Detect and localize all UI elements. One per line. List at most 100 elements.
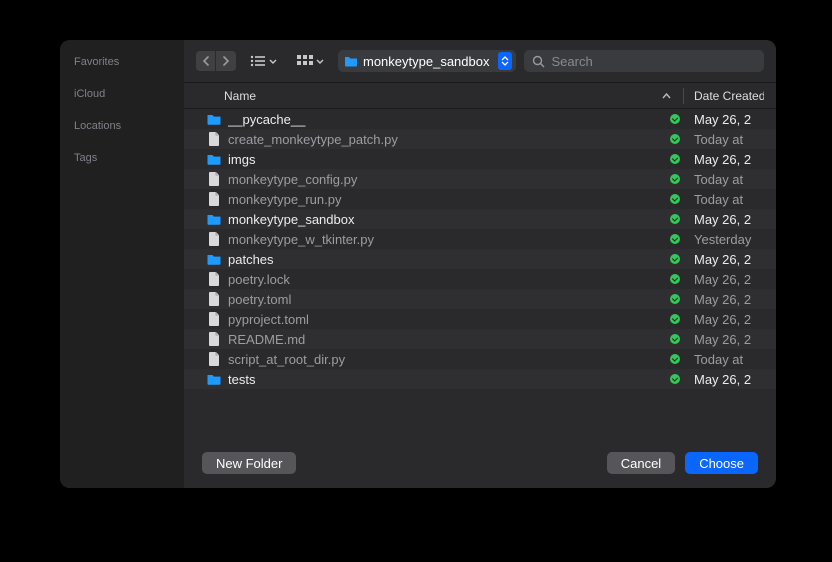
search-input[interactable] xyxy=(551,54,756,69)
file-name: tests xyxy=(228,372,670,387)
file-row[interactable]: tests May 26, 2 xyxy=(184,369,776,389)
file-name: imgs xyxy=(228,152,670,167)
folder-icon xyxy=(206,251,222,267)
folder-icon xyxy=(206,151,222,167)
folder-icon xyxy=(344,54,358,68)
chevron-down-icon xyxy=(316,59,324,64)
sync-status-icon xyxy=(670,174,680,184)
file-icon xyxy=(206,331,222,347)
file-date: May 26, 2 xyxy=(694,332,764,347)
file-row[interactable]: create_monkeytype_patch.py Today at xyxy=(184,129,776,149)
sync-status-icon xyxy=(670,254,680,264)
file-date: Today at xyxy=(694,132,764,147)
view-list-button[interactable] xyxy=(244,50,283,72)
column-header-date[interactable]: Date Created xyxy=(694,89,764,103)
footer: New Folder Cancel Choose xyxy=(184,438,776,488)
sync-status-icon xyxy=(670,214,680,224)
path-popup-button[interactable]: monkeytype_sandbox xyxy=(338,50,516,72)
sync-status-icon xyxy=(670,154,680,164)
file-row[interactable]: monkeytype_w_tkinter.py Yesterday xyxy=(184,229,776,249)
sync-status-icon xyxy=(670,194,680,204)
file-row[interactable]: poetry.tomlMay 26, 2 xyxy=(184,289,776,309)
sidebar-heading-tags[interactable]: Tags xyxy=(74,152,170,164)
nav-forward-button[interactable] xyxy=(216,51,236,71)
grouping-segment xyxy=(291,50,330,72)
file-name: __pycache__ xyxy=(228,112,670,127)
file-row[interactable]: imgs May 26, 2 xyxy=(184,149,776,169)
sidebar-heading-favorites[interactable]: Favorites xyxy=(74,56,170,68)
path-stepper[interactable] xyxy=(498,52,512,70)
sync-status-icon xyxy=(670,314,680,324)
sync-status-icon xyxy=(670,274,680,284)
column-header-row: Name Date Created xyxy=(184,83,776,109)
folder-icon xyxy=(206,371,222,387)
cancel-button[interactable]: Cancel xyxy=(607,452,675,474)
sync-status-icon xyxy=(670,134,680,144)
chevron-down-icon xyxy=(269,59,277,64)
sync-status-icon xyxy=(670,234,680,244)
file-icon xyxy=(206,271,222,287)
sidebar-heading-locations[interactable]: Locations xyxy=(74,120,170,132)
sidebar: Favorites iCloud Locations Tags xyxy=(60,40,184,488)
new-folder-button[interactable]: New Folder xyxy=(202,452,296,474)
file-name: monkeytype_config.py xyxy=(228,172,670,187)
column-divider[interactable] xyxy=(683,88,684,104)
file-date: May 26, 2 xyxy=(694,212,764,227)
file-name: monkeytype_run.py xyxy=(228,192,670,207)
file-row[interactable]: poetry.lockMay 26, 2 xyxy=(184,269,776,289)
file-date: May 26, 2 xyxy=(694,372,764,387)
view-mode-segment xyxy=(244,50,283,72)
file-name: monkeytype_sandbox xyxy=(228,212,670,227)
folder-icon xyxy=(206,211,222,227)
file-picker-dialog: Favorites iCloud Locations Tags xyxy=(60,40,776,488)
file-icon xyxy=(206,131,222,147)
file-name: patches xyxy=(228,252,670,267)
column-header-name[interactable]: Name xyxy=(224,89,662,103)
sync-status-icon xyxy=(670,294,680,304)
file-row[interactable]: pyproject.toml May 26, 2 xyxy=(184,309,776,329)
path-label: monkeytype_sandbox xyxy=(363,54,489,69)
file-date: May 26, 2 xyxy=(694,152,764,167)
choose-button[interactable]: Choose xyxy=(685,452,758,474)
file-row[interactable]: script_at_root_dir.pyToday at xyxy=(184,349,776,369)
file-name: poetry.toml xyxy=(228,292,670,307)
file-name: create_monkeytype_patch.py xyxy=(228,132,670,147)
grouping-button[interactable] xyxy=(291,50,330,72)
file-icon xyxy=(206,231,222,247)
file-icon xyxy=(206,291,222,307)
file-row[interactable]: __pycache__ May 26, 2 xyxy=(184,109,776,129)
file-icon xyxy=(206,311,222,327)
file-row[interactable]: README.md May 26, 2 xyxy=(184,329,776,349)
file-row[interactable]: monkeytype_sandbox May 26, 2 xyxy=(184,209,776,229)
sync-status-icon xyxy=(670,334,680,344)
grid-icon xyxy=(297,55,313,67)
file-date: May 26, 2 xyxy=(694,272,764,287)
main-pane: monkeytype_sandbox Name Date Created __p… xyxy=(184,40,776,488)
sidebar-heading-icloud[interactable]: iCloud xyxy=(74,88,170,100)
file-icon xyxy=(206,191,222,207)
file-name: monkeytype_w_tkinter.py xyxy=(228,232,670,247)
file-name: README.md xyxy=(228,332,670,347)
nav-back-button[interactable] xyxy=(196,51,216,71)
file-date: May 26, 2 xyxy=(694,252,764,267)
file-row[interactable]: patches May 26, 2 xyxy=(184,249,776,269)
file-row[interactable]: monkeytype_config.pyToday at xyxy=(184,169,776,189)
file-date: May 26, 2 xyxy=(694,312,764,327)
file-list[interactable]: __pycache__ May 26, 2 create_monkeytype_pa… xyxy=(184,109,776,438)
chevron-right-icon xyxy=(223,56,230,66)
file-row[interactable]: monkeytype_run.py Today at xyxy=(184,189,776,209)
search-field[interactable] xyxy=(524,50,764,72)
search-icon xyxy=(532,55,545,68)
file-name: script_at_root_dir.py xyxy=(228,352,670,367)
file-date: Yesterday xyxy=(694,232,764,247)
folder-icon xyxy=(206,111,222,127)
file-name: pyproject.toml xyxy=(228,312,670,327)
chevron-up-icon xyxy=(662,93,671,99)
sync-status-icon xyxy=(670,354,680,364)
sort-indicator[interactable] xyxy=(662,93,671,99)
file-icon xyxy=(206,351,222,367)
list-icon xyxy=(250,55,266,67)
file-date: May 26, 2 xyxy=(694,112,764,127)
toolbar: monkeytype_sandbox xyxy=(184,40,776,83)
file-date: Today at xyxy=(694,192,764,207)
